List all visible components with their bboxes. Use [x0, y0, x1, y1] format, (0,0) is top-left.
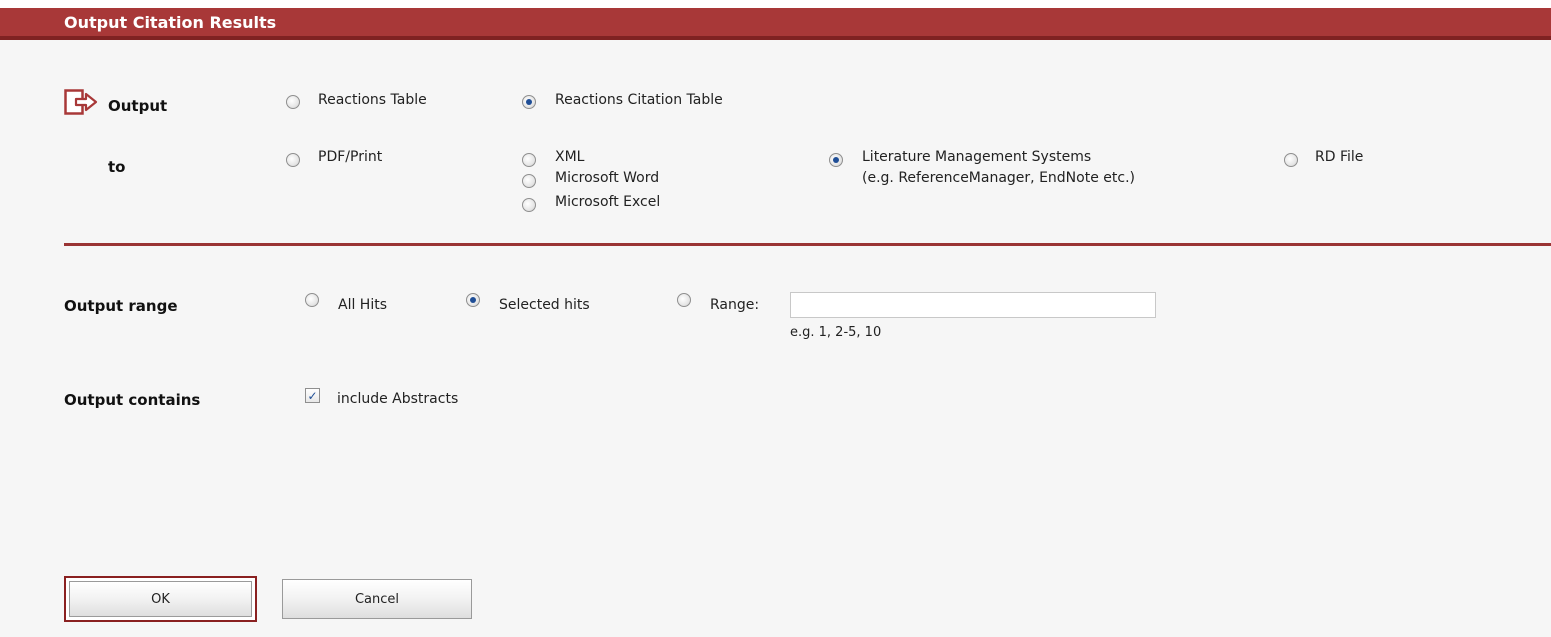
- radio-xml-label: XML: [555, 149, 585, 165]
- range-input[interactable]: [790, 292, 1156, 318]
- radio-selected-hits[interactable]: [466, 293, 480, 307]
- radio-literature-management-sublabel: (e.g. ReferenceManager, EndNote etc.): [862, 170, 1135, 186]
- output-range-label: Output range: [64, 297, 178, 315]
- window-title: Output Citation Results: [64, 13, 277, 32]
- radio-literature-management[interactable]: [829, 153, 843, 167]
- radio-pdf-print[interactable]: [286, 153, 300, 167]
- cancel-button[interactable]: Cancel: [282, 579, 472, 619]
- range-hint: e.g. 1, 2-5, 10: [790, 325, 882, 340]
- radio-selected-hits-label: Selected hits: [499, 297, 590, 313]
- radio-microsoft-excel[interactable]: [522, 198, 536, 212]
- radio-all-hits[interactable]: [305, 293, 319, 307]
- section-divider: [64, 243, 1551, 246]
- check-icon: ✓: [307, 388, 318, 403]
- radio-reactions-table-label: Reactions Table: [318, 92, 427, 108]
- radio-reactions-citation-table-label: Reactions Citation Table: [555, 92, 723, 108]
- radio-range[interactable]: [677, 293, 691, 307]
- arrow-right-icon: [64, 89, 98, 115]
- dialog-panel: [0, 40, 1551, 637]
- include-abstracts-checkbox[interactable]: ✓: [305, 388, 320, 403]
- ok-button-focus-ring: OK: [64, 576, 257, 622]
- output-label: Output: [108, 97, 168, 115]
- radio-reactions-citation-table[interactable]: [522, 95, 536, 109]
- top-strip: [0, 0, 1551, 8]
- radio-pdf-print-label: PDF/Print: [318, 149, 383, 165]
- radio-microsoft-word[interactable]: [522, 174, 536, 188]
- include-abstracts-label: include Abstracts: [337, 391, 459, 407]
- ok-button[interactable]: OK: [69, 581, 252, 617]
- title-bar: Output Citation Results: [0, 8, 1551, 40]
- output-contains-label: Output contains: [64, 391, 201, 409]
- radio-rd-file[interactable]: [1284, 153, 1298, 167]
- radio-xml[interactable]: [522, 153, 536, 167]
- radio-range-label: Range:: [710, 297, 760, 313]
- radio-reactions-table[interactable]: [286, 95, 300, 109]
- radio-all-hits-label: All Hits: [338, 297, 388, 313]
- to-label: to: [108, 158, 126, 176]
- radio-literature-management-label: Literature Management Systems: [862, 149, 1092, 165]
- radio-rd-file-label: RD File: [1315, 149, 1364, 165]
- radio-microsoft-word-label: Microsoft Word: [555, 170, 660, 186]
- radio-microsoft-excel-label: Microsoft Excel: [555, 194, 661, 210]
